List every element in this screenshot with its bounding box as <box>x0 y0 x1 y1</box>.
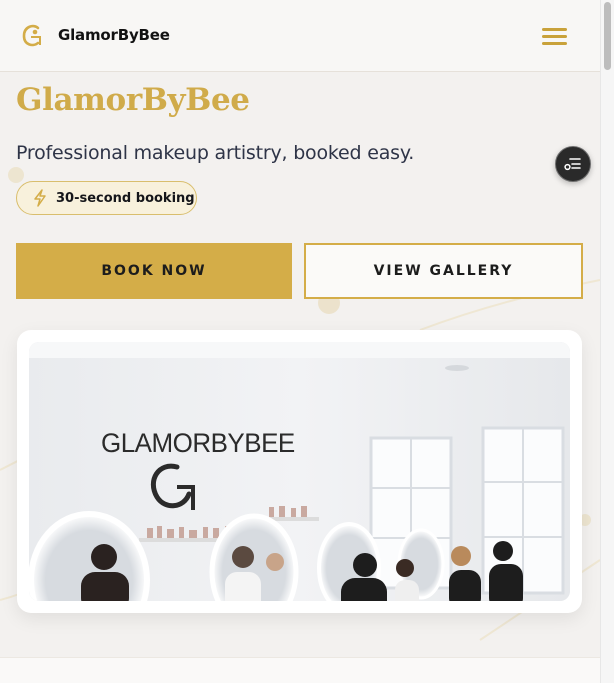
filter-list-icon <box>564 158 581 171</box>
hero-image-card: GLAMORBYBEE <box>17 330 582 613</box>
scroll-thumb[interactable] <box>604 2 611 70</box>
badge-label: 30-second booking <box>56 190 195 206</box>
lightning-icon <box>34 189 46 207</box>
next-section <box>0 657 600 683</box>
view-gallery-button[interactable]: VIEW GALLERY <box>304 243 583 299</box>
studio-illustration: GLAMORBYBEE <box>29 342 570 601</box>
hero-title: GlamorByBee <box>16 82 250 118</box>
gb-monogram-icon[interactable] <box>21 23 45 49</box>
floating-filter-button[interactable] <box>555 146 591 182</box>
wall-logo-text: GLAMORBYBEE <box>101 428 295 459</box>
scrollbar[interactable] <box>600 0 614 683</box>
book-now-button[interactable]: BOOK NOW <box>16 243 292 299</box>
hamburger-menu-icon <box>542 28 567 45</box>
page: GlamorByBee GlamorByBee Professional mak… <box>0 0 600 683</box>
booking-badge: 30-second booking <box>16 181 197 215</box>
menu-button[interactable] <box>540 26 570 48</box>
site-header: GlamorByBee <box>0 0 600 72</box>
brand-name[interactable]: GlamorByBee <box>58 26 170 44</box>
studio-photo: GLAMORBYBEE <box>29 342 570 601</box>
hero-subtitle: Professional makeup artistry, booked eas… <box>16 142 415 164</box>
